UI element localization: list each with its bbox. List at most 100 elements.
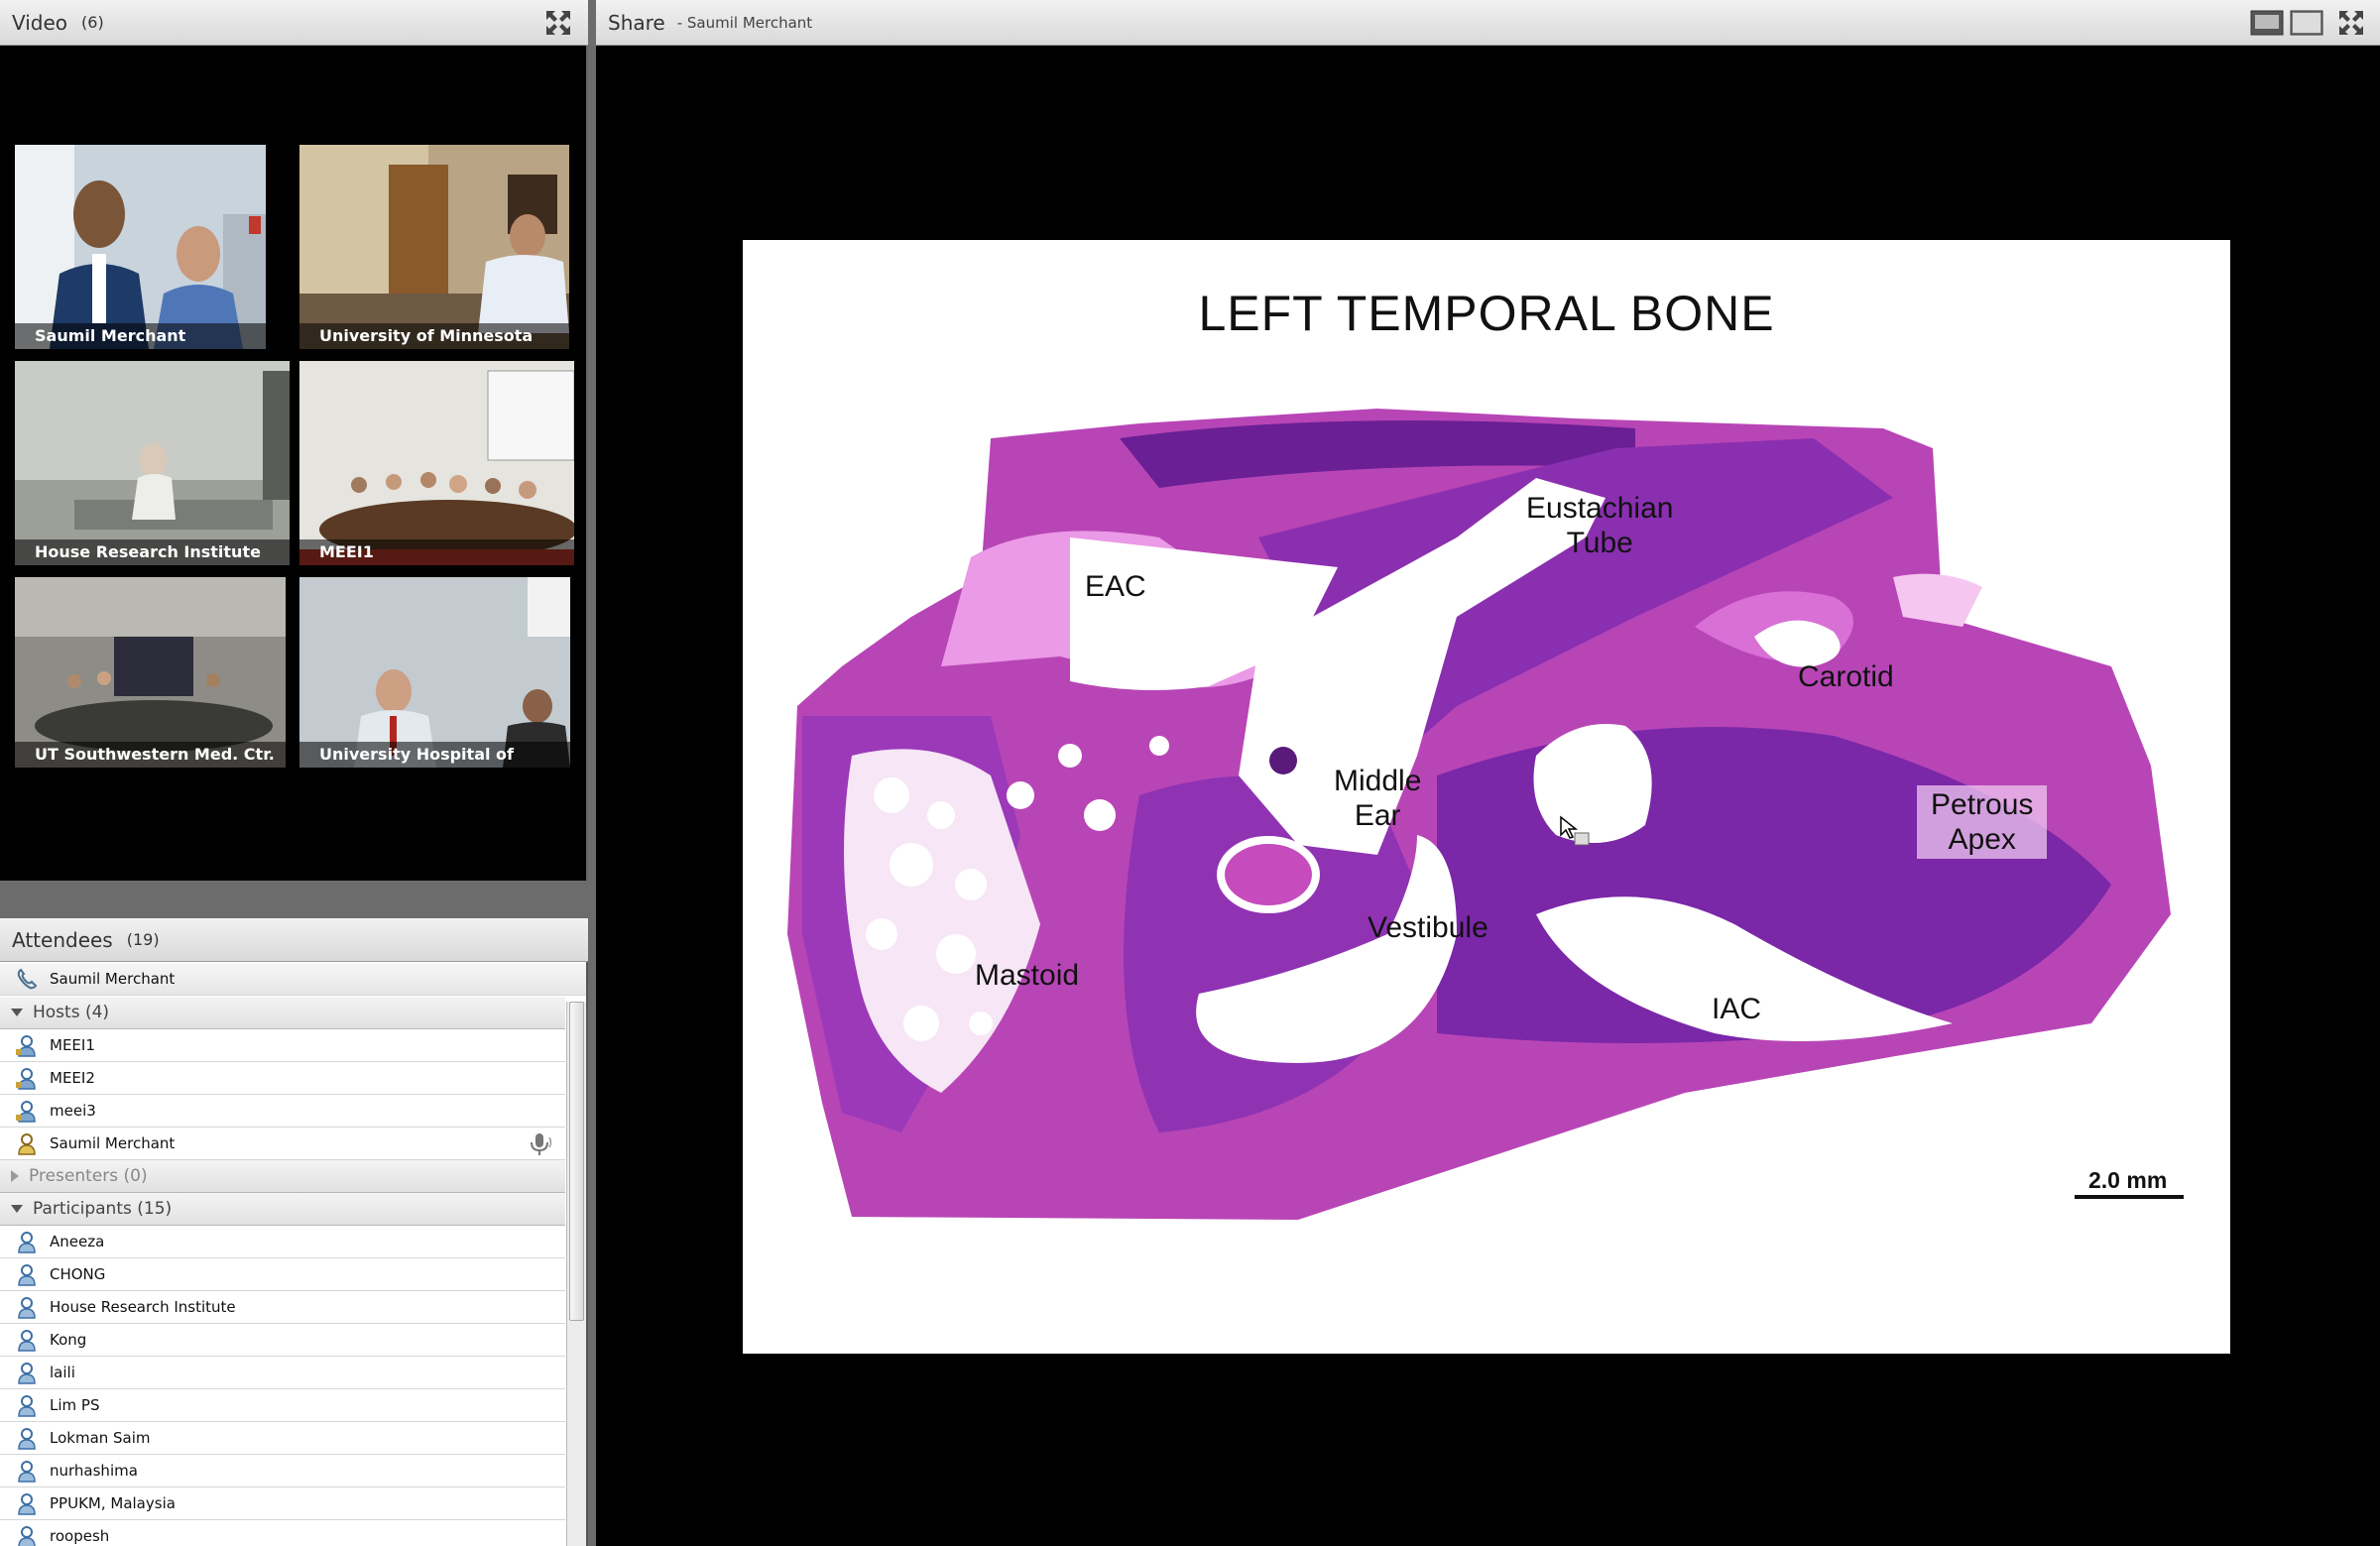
attendee-name: Kong — [50, 1331, 87, 1349]
video-feed-image — [299, 145, 569, 349]
video-feed-image — [15, 577, 286, 768]
video-tile-name: MEEI1 — [299, 539, 574, 565]
host-user-icon — [16, 1068, 36, 1090]
scrollbar-thumb[interactable] — [569, 1002, 584, 1321]
video-tile-name: UT Southwestern Med. Ctr. — [15, 742, 286, 768]
label-iac: IAC — [1712, 993, 1762, 1025]
label-eac: EAC — [1085, 570, 1146, 603]
attendee-row[interactable]: Kong — [0, 1324, 565, 1357]
video-tile[interactable]: University Hospital of Brasilia — [299, 577, 570, 768]
chevron-right-icon[interactable] — [11, 1170, 19, 1182]
attendee-row[interactable]: roopesh — [0, 1520, 565, 1546]
presenters-group-label: Presenters (0) — [29, 1166, 148, 1186]
host-user-icon — [18, 1133, 36, 1155]
attendee-list-scrollbar[interactable] — [566, 1002, 586, 1546]
attendee-name: Saumil Merchant — [50, 1134, 176, 1152]
video-pod-header: Video (6) — [0, 0, 588, 46]
user-icon — [18, 1330, 36, 1352]
layout-fit-icon[interactable] — [2290, 9, 2323, 37]
user-icon — [18, 1461, 36, 1483]
phone-attendee-row[interactable]: Saumil Merchant — [0, 963, 586, 996]
video-feed-image — [15, 361, 290, 565]
phone-attendee-name: Saumil Merchant — [50, 970, 176, 988]
chevron-down-icon[interactable] — [11, 1205, 23, 1213]
host-user-icon — [16, 1035, 36, 1057]
attendees-pod: Attendees (19) Saumil Merchant Hosts (4)… — [0, 918, 588, 1546]
attendee-row[interactable]: PPUKM, Malaysia — [0, 1487, 565, 1520]
share-pod: Share - Saumil Merchant LEFT TEMPORAL BO… — [596, 0, 2380, 1546]
microphone-icon — [531, 1133, 552, 1155]
video-tile[interactable]: MEEI1 — [299, 361, 574, 565]
attendee-row[interactable]: Lim PS — [0, 1389, 565, 1422]
video-tile[interactable]: University of Minnesota — [299, 145, 569, 349]
attendee-row[interactable]: Saumil Merchant — [0, 1128, 565, 1160]
share-pod-title: Share — [608, 10, 665, 35]
attendees-pod-header: Attendees (19) — [0, 918, 588, 962]
video-pod-title: Video — [12, 10, 68, 35]
attendee-row[interactable]: meei3 — [0, 1095, 565, 1128]
video-feed-image — [15, 145, 266, 349]
attendees-pod-count: (19) — [126, 930, 160, 949]
video-tile-name: Saumil Merchant — [15, 323, 266, 349]
participants-group[interactable]: Participants (15) — [0, 1193, 565, 1226]
label-carotid: Carotid — [1798, 660, 1894, 693]
label-middle-ear: Middle Ear — [1334, 765, 1422, 832]
layout-normal-icon[interactable] — [2250, 9, 2284, 37]
label-mastoid: Mastoid — [975, 959, 1080, 992]
attendee-name: Lim PS — [50, 1396, 100, 1414]
attendee-row[interactable]: MEEI1 — [0, 1029, 565, 1062]
video-tile-name: House Research Institute — [15, 539, 290, 565]
user-icon — [18, 1264, 36, 1286]
user-icon — [18, 1297, 36, 1319]
hosts-group-label: Hosts (4) — [33, 1003, 110, 1022]
video-tile[interactable]: UT Southwestern Med. Ctr. — [15, 577, 286, 768]
scale-bar-label: 2.0 mm — [2088, 1167, 2168, 1193]
host-user-icon — [16, 1101, 36, 1123]
attendee-name: CHONG — [50, 1265, 106, 1283]
attendees-pod-title: Attendees — [12, 927, 113, 952]
video-tile[interactable]: House Research Institute — [15, 361, 290, 565]
share-pod-header: Share - Saumil Merchant — [596, 0, 2380, 46]
attendee-row[interactable]: nurhashima — [0, 1455, 565, 1487]
cursor-icon — [1560, 815, 1590, 846]
attendee-name: nurhashima — [50, 1462, 138, 1480]
user-icon — [18, 1395, 36, 1417]
attendee-row[interactable]: Aneeza — [0, 1226, 565, 1258]
attendee-name: MEEI2 — [50, 1069, 95, 1087]
share-pod-presenter: - Saumil Merchant — [676, 13, 813, 32]
user-icon — [18, 1232, 36, 1253]
participants-group-label: Participants (15) — [33, 1199, 173, 1219]
presenters-group[interactable]: Presenters (0) — [0, 1160, 565, 1193]
attendee-row[interactable]: House Research Institute — [0, 1291, 565, 1324]
video-pod: Video (6) Saumil Merchant University of … — [0, 0, 588, 881]
attendee-row[interactable]: CHONG — [0, 1258, 565, 1291]
attendee-row[interactable]: MEEI2 — [0, 1062, 565, 1095]
attendee-name: roopesh — [50, 1527, 110, 1545]
attendee-row[interactable]: Lokman Saim — [0, 1422, 565, 1455]
video-pod-count: (6) — [81, 13, 104, 32]
label-vestibule: Vestibule — [1368, 911, 1488, 944]
user-icon — [18, 1363, 36, 1384]
video-tile-name: University Hospital of Brasilia — [299, 742, 570, 768]
hosts-group[interactable]: Hosts (4) — [0, 997, 565, 1029]
attendee-name: MEEI1 — [50, 1036, 95, 1054]
user-icon — [18, 1428, 36, 1450]
attendee-name: Lokman Saim — [50, 1429, 151, 1447]
video-tile-name: University of Minnesota — [299, 323, 569, 349]
video-feed-image — [299, 577, 570, 768]
shared-slide: LEFT TEMPORAL BONE EAC Eustachian Tube C… — [743, 240, 2230, 1354]
attendee-name: PPUKM, Malaysia — [50, 1494, 176, 1512]
chevron-down-icon[interactable] — [11, 1009, 23, 1016]
phone-icon — [17, 968, 38, 990]
user-icon — [18, 1526, 36, 1546]
video-feed-image — [299, 361, 574, 565]
attendee-name: laili — [50, 1364, 75, 1381]
attendee-row[interactable]: laili — [0, 1357, 565, 1389]
adobe-connect-window: Video (6) Saumil Merchant University of … — [0, 0, 2380, 1546]
fullscreen-icon[interactable] — [544, 9, 572, 37]
video-tile[interactable]: Saumil Merchant — [15, 145, 266, 349]
label-eustachian-tube: Eustachian Tube — [1526, 492, 1674, 559]
user-icon — [18, 1493, 36, 1515]
attendee-name: Aneeza — [50, 1233, 105, 1250]
fullscreen-icon[interactable] — [2337, 9, 2365, 37]
